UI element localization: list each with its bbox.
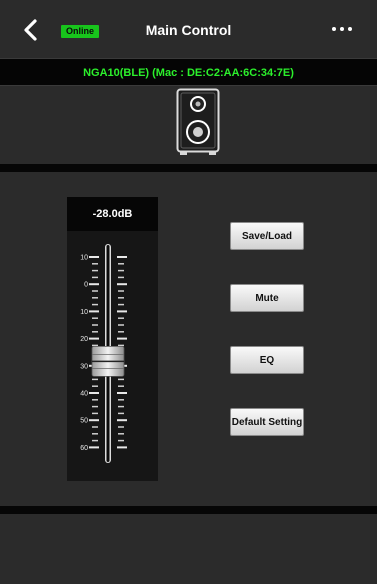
control-panel [0,172,377,506]
eq-button[interactable]: EQ [230,346,304,374]
top-bar: Online Main Control [0,0,377,58]
fader-scale-label: 50 [80,418,88,425]
fader-scale-label: 10 [80,255,88,262]
divider [0,506,377,514]
divider [0,164,377,172]
volume-readout: -28.0dB [92,208,133,220]
default-setting-button[interactable]: Default Setting [230,408,304,436]
device-bar: NGA10(BLE) (Mac : DE:C2:AA:6C:34:7E) [0,58,377,86]
page-title: Main Control [145,22,232,38]
more-horizontal-icon[interactable] [331,22,353,36]
speaker-icon [176,88,220,155]
fader-scale-label: 0 [84,282,88,289]
volume-readout-box: -28.0dB [67,197,158,231]
fader-scale-label: 10 [80,309,88,316]
fader-knob[interactable] [91,345,125,377]
device-name: NGA10(BLE) (Mac : DE:C2:AA:6C:34:7E) [83,67,294,79]
save-load-button[interactable]: Save/Load [230,222,304,250]
fader-scale-label: 30 [80,363,88,370]
mute-button[interactable]: Mute [230,284,304,312]
fader-scale-label: 60 [80,445,88,452]
bottom-area [0,514,377,584]
fader-scale-label: 40 [80,391,88,398]
fader-scale-label: 20 [80,336,88,343]
volume-fader[interactable]: 10 0 10 20 30 40 50 60 [67,231,158,481]
